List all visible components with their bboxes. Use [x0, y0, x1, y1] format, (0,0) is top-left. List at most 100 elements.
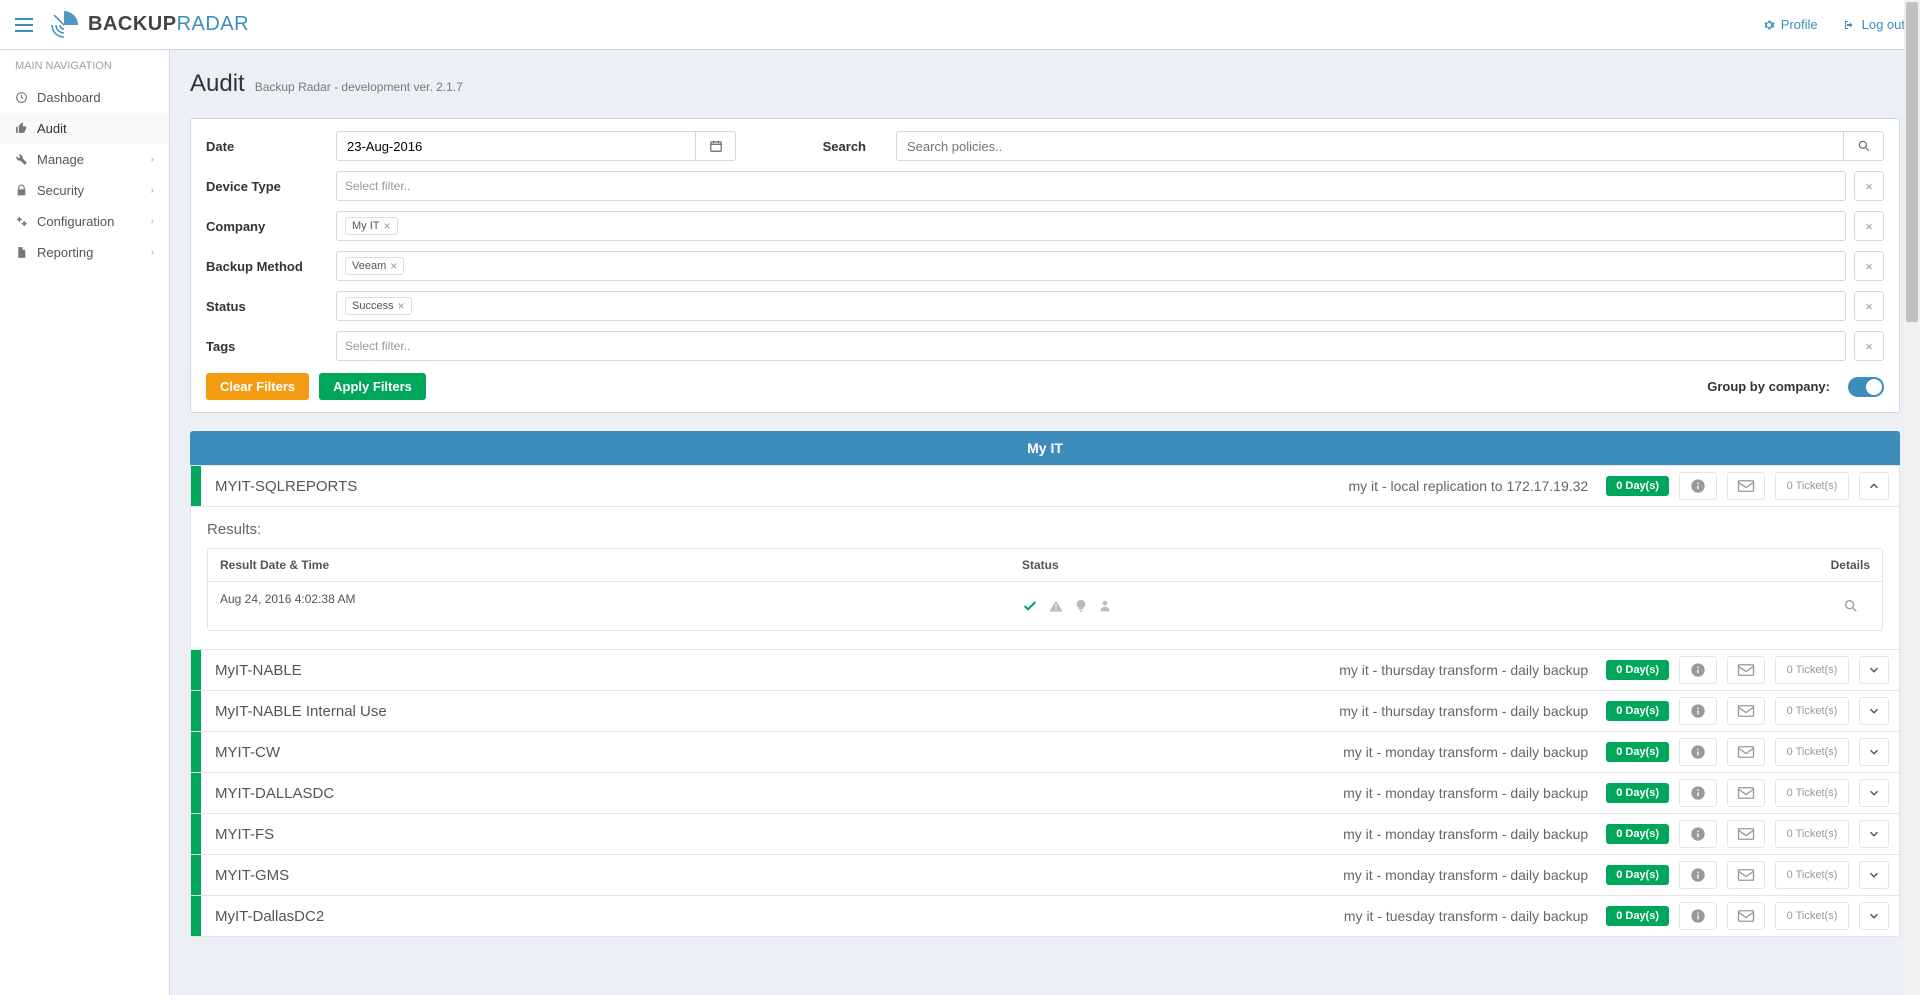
- expand-button[interactable]: [1859, 779, 1889, 807]
- sidebar-item-audit[interactable]: Audit: [0, 113, 169, 144]
- expand-button[interactable]: [1859, 738, 1889, 766]
- logout-label: Log out: [1862, 17, 1905, 32]
- backup-method-clear[interactable]: ×: [1854, 251, 1884, 281]
- expand-button[interactable]: [1859, 902, 1889, 930]
- info-button[interactable]: [1679, 820, 1717, 848]
- days-badge: 0 Day(s): [1606, 865, 1669, 885]
- scrollbar-thumb[interactable]: [1906, 2, 1918, 322]
- results-section: My IT MYIT-SQLREPORTS my it - local repl…: [190, 431, 1900, 937]
- email-button[interactable]: [1727, 902, 1765, 930]
- chevron-right-icon: ›: [151, 154, 154, 165]
- envelope-icon: [1737, 786, 1755, 800]
- email-button[interactable]: [1727, 779, 1765, 807]
- status-select[interactable]: Success ×: [336, 291, 1846, 321]
- sidebar-item-security[interactable]: Security›: [0, 175, 169, 206]
- info-button[interactable]: [1679, 656, 1717, 684]
- nav-label: Dashboard: [37, 90, 101, 105]
- policy-row: MYIT-DALLASDC my it - monday transform -…: [190, 773, 1900, 814]
- status-indicator: [191, 896, 201, 936]
- filter-tag: Veeam ×: [345, 257, 404, 275]
- wrench-icon: [15, 153, 29, 166]
- result-datetime: Aug 24, 2016 4:02:38 AM: [208, 582, 1010, 630]
- company-select[interactable]: My IT ×: [336, 211, 1846, 241]
- tickets-button[interactable]: 0 Ticket(s): [1775, 472, 1849, 500]
- date-input[interactable]: [336, 131, 696, 161]
- email-button[interactable]: [1727, 697, 1765, 725]
- scrollbar[interactable]: [1904, 0, 1920, 995]
- gear-icon: [1763, 19, 1775, 31]
- details-button[interactable]: [1832, 592, 1870, 620]
- nav-label: Reporting: [37, 245, 93, 260]
- info-button[interactable]: [1679, 779, 1717, 807]
- policy-row: MYIT-FS my it - monday transform - daily…: [190, 814, 1900, 855]
- tags-clear[interactable]: ×: [1854, 331, 1884, 361]
- col-status: Status: [1010, 549, 1812, 581]
- status-clear[interactable]: ×: [1854, 291, 1884, 321]
- group-by-label: Group by company:: [1707, 379, 1830, 394]
- nav-label: Configuration: [37, 214, 114, 229]
- sidebar-item-reporting[interactable]: Reporting›: [0, 237, 169, 268]
- info-button[interactable]: [1679, 472, 1717, 500]
- tickets-button[interactable]: 0 Ticket(s): [1775, 738, 1849, 766]
- device-type-select[interactable]: [336, 171, 1846, 201]
- info-icon: [1690, 703, 1706, 719]
- info-button[interactable]: [1679, 861, 1717, 889]
- profile-link[interactable]: Profile: [1763, 17, 1818, 32]
- tags-select[interactable]: [336, 331, 1846, 361]
- calendar-button[interactable]: [696, 131, 736, 161]
- status-indicator: [191, 732, 201, 772]
- info-button[interactable]: [1679, 902, 1717, 930]
- policy-name: MYIT-GMS: [215, 867, 289, 884]
- tickets-button[interactable]: 0 Ticket(s): [1775, 820, 1849, 848]
- info-button[interactable]: [1679, 697, 1717, 725]
- group-by-toggle[interactable]: [1848, 377, 1884, 397]
- expand-button[interactable]: [1859, 861, 1889, 889]
- backup-method-select[interactable]: Veeam ×: [336, 251, 1846, 281]
- info-button[interactable]: [1679, 738, 1717, 766]
- apply-filters-button[interactable]: Apply Filters: [319, 373, 426, 400]
- clock-icon: [15, 91, 29, 104]
- brand-text-1: BACKUP: [88, 13, 177, 36]
- expand-button[interactable]: [1859, 656, 1889, 684]
- expand-button[interactable]: [1859, 697, 1889, 725]
- email-button[interactable]: [1727, 656, 1765, 684]
- email-button[interactable]: [1727, 820, 1765, 848]
- chevron-down-icon: [1867, 868, 1881, 882]
- tag-remove-icon[interactable]: ×: [384, 219, 391, 233]
- email-button[interactable]: [1727, 472, 1765, 500]
- search-button[interactable]: [1844, 131, 1884, 161]
- info-icon: [1690, 908, 1706, 924]
- status-indicator: [191, 814, 201, 854]
- tickets-button[interactable]: 0 Ticket(s): [1775, 902, 1849, 930]
- nav-label: Manage: [37, 152, 84, 167]
- tickets-button[interactable]: 0 Ticket(s): [1775, 779, 1849, 807]
- device-type-clear[interactable]: ×: [1854, 171, 1884, 201]
- tickets-button[interactable]: 0 Ticket(s): [1775, 861, 1849, 889]
- file-icon: [15, 246, 29, 259]
- info-icon: [1690, 867, 1706, 883]
- hamburger-icon[interactable]: [15, 18, 33, 32]
- email-button[interactable]: [1727, 861, 1765, 889]
- search-input[interactable]: [896, 131, 1844, 161]
- tag-remove-icon[interactable]: ×: [390, 259, 397, 273]
- sidebar-item-configuration[interactable]: Configuration›: [0, 206, 169, 237]
- backup-method-label: Backup Method: [206, 259, 306, 274]
- filter-tag: Success ×: [345, 297, 412, 315]
- clear-filters-button[interactable]: Clear Filters: [206, 373, 309, 400]
- sidebar-item-dashboard[interactable]: Dashboard: [0, 82, 169, 113]
- company-clear[interactable]: ×: [1854, 211, 1884, 241]
- tickets-button[interactable]: 0 Ticket(s): [1775, 656, 1849, 684]
- expand-button[interactable]: [1859, 820, 1889, 848]
- envelope-icon: [1737, 663, 1755, 677]
- search-icon: [1857, 139, 1871, 153]
- logout-link[interactable]: Log out: [1842, 17, 1905, 32]
- date-input-group: [336, 131, 736, 161]
- policy-description: my it - tuesday transform - daily backup: [334, 908, 1596, 924]
- sidebar-item-manage[interactable]: Manage ›: [0, 144, 169, 175]
- chevron-down-icon: [1867, 704, 1881, 718]
- tag-remove-icon[interactable]: ×: [398, 299, 405, 313]
- tickets-button[interactable]: 0 Ticket(s): [1775, 697, 1849, 725]
- envelope-icon: [1737, 479, 1755, 493]
- email-button[interactable]: [1727, 738, 1765, 766]
- expand-button[interactable]: [1859, 472, 1889, 500]
